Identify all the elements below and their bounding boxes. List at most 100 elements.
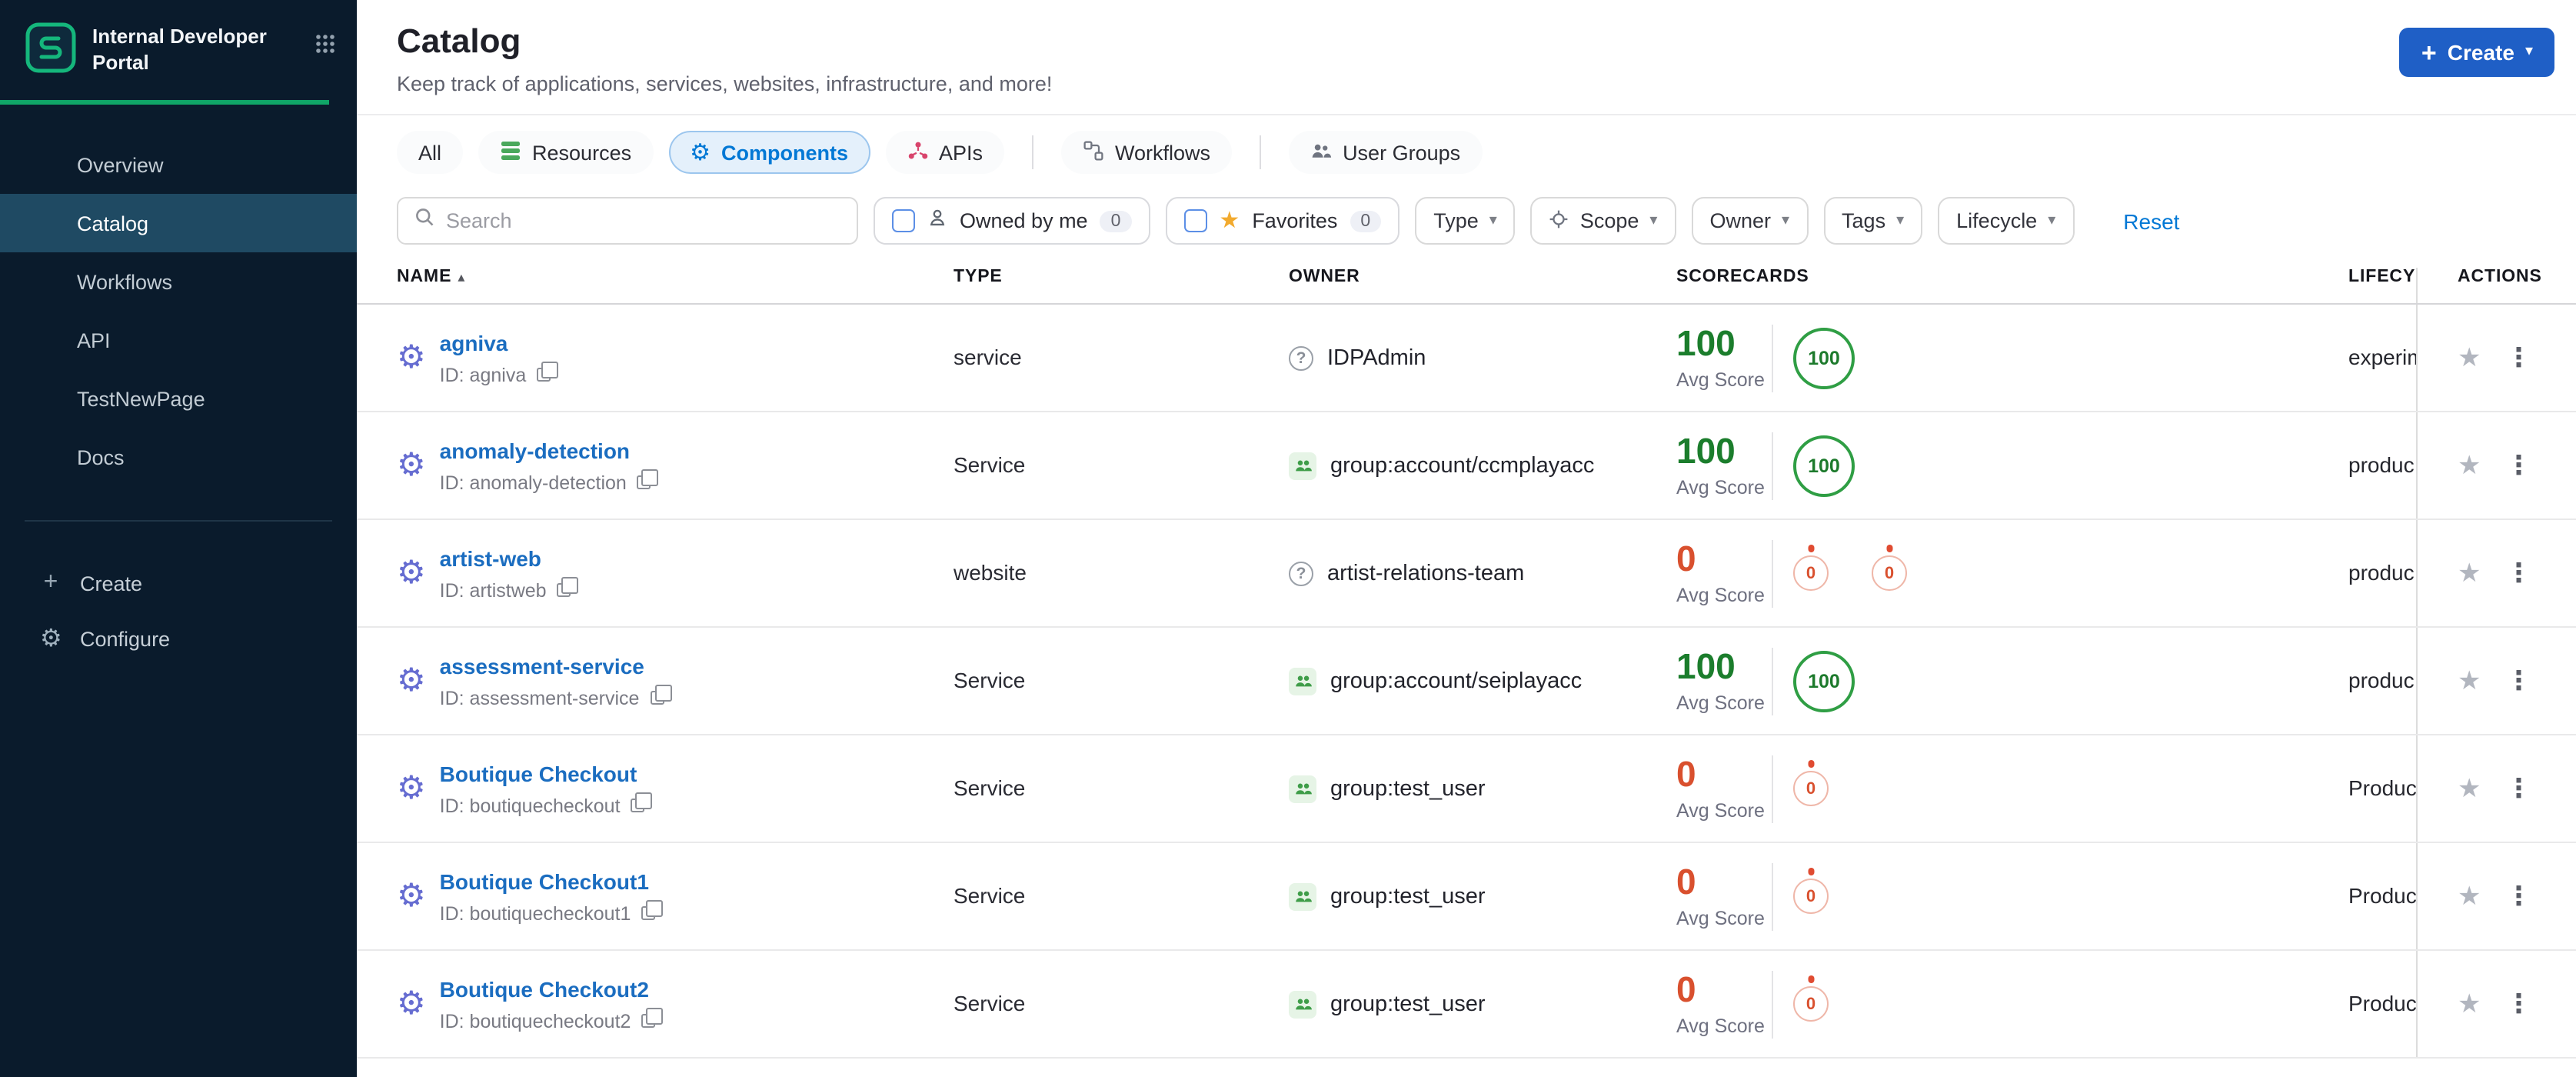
sidebar-item-overview[interactable]: Overview bbox=[0, 135, 357, 194]
score-badge: 0 bbox=[1793, 986, 1829, 1022]
favorite-star-icon[interactable]: ★ bbox=[2458, 345, 2481, 371]
column-header-scorecards[interactable]: SCORECARDS bbox=[1676, 268, 2348, 303]
component-lifecycle: produc bbox=[2348, 559, 2415, 584]
copy-icon[interactable] bbox=[631, 792, 653, 812]
avg-score-value: 0 bbox=[1676, 969, 1696, 1010]
sort-asc-icon: ▴ bbox=[458, 268, 466, 284]
tab-workflows[interactable]: Workflows bbox=[1061, 131, 1233, 174]
sidebar-item-api[interactable]: API bbox=[0, 311, 357, 369]
component-name-link[interactable]: assessment-service bbox=[440, 653, 644, 678]
score-badge: 0 bbox=[1872, 555, 1907, 591]
scope-dropdown[interactable]: Scope ▾ bbox=[1530, 197, 1676, 245]
plus-icon: + bbox=[2421, 38, 2437, 67]
favorite-star-icon[interactable]: ★ bbox=[2458, 883, 2481, 909]
chevron-down-icon: ▾ bbox=[1896, 212, 1905, 228]
sidebar-divider bbox=[25, 520, 332, 522]
lifecycle-dropdown[interactable]: Lifecycle ▾ bbox=[1938, 197, 2075, 245]
component-name-link[interactable]: anomaly-detection bbox=[440, 438, 630, 462]
kebab-menu-icon[interactable]: ⋮ bbox=[2506, 452, 2532, 478]
owned-by-me-filter[interactable]: Owned by me 0 bbox=[874, 197, 1150, 245]
kebab-menu-icon[interactable]: ⋮ bbox=[2506, 775, 2532, 802]
tab-apis[interactable]: APIs bbox=[885, 131, 1005, 174]
favorites-checkbox[interactable] bbox=[1183, 209, 1207, 232]
favorite-star-icon[interactable]: ★ bbox=[2458, 452, 2481, 478]
favorite-star-icon[interactable]: ★ bbox=[2458, 668, 2481, 694]
sidebar-item-workflows[interactable]: Workflows bbox=[0, 252, 357, 311]
component-owner: group:test_user bbox=[1330, 992, 1486, 1016]
group-icon bbox=[1289, 882, 1316, 910]
component-name-link[interactable]: Boutique Checkout1 bbox=[440, 869, 649, 893]
component-name-link[interactable]: Boutique Checkout bbox=[440, 761, 637, 785]
portal-logo-icon bbox=[25, 22, 77, 82]
table-row: ⚙ artist-web ID: artistweb website ? art… bbox=[357, 520, 2576, 628]
owned-by-me-checkbox[interactable] bbox=[892, 209, 915, 232]
favorite-star-icon[interactable]: ★ bbox=[2458, 560, 2481, 586]
users-icon bbox=[1310, 139, 1332, 165]
component-id: ID: assessment-service bbox=[439, 687, 640, 709]
reset-filters-link[interactable]: Reset bbox=[2123, 208, 2179, 233]
sidebar-create-button[interactable]: + Create bbox=[0, 555, 357, 611]
search-box bbox=[397, 197, 858, 245]
column-header-owner[interactable]: OWNER bbox=[1289, 268, 1676, 303]
app-grid-icon[interactable] bbox=[315, 34, 335, 62]
dropdown-label: Scope bbox=[1579, 209, 1639, 232]
component-type: website bbox=[954, 559, 1027, 584]
copy-icon[interactable] bbox=[557, 577, 579, 597]
component-gear-icon: ⚙ bbox=[397, 555, 426, 591]
kebab-menu-icon[interactable]: ⋮ bbox=[2506, 883, 2532, 909]
tab-resources[interactable]: Resources bbox=[478, 131, 654, 174]
tab-label: Components bbox=[721, 141, 848, 164]
owner-dropdown[interactable]: Owner ▾ bbox=[1691, 197, 1809, 245]
column-header-name[interactable]: NAME ▴ bbox=[357, 268, 954, 303]
sidebar-configure-button[interactable]: ⚙ Configure bbox=[0, 611, 357, 666]
component-name-link[interactable]: Boutique Checkout2 bbox=[440, 976, 649, 1001]
component-id: ID: boutiquecheckout2 bbox=[439, 1010, 631, 1032]
copy-icon[interactable] bbox=[650, 685, 672, 705]
type-dropdown[interactable]: Type ▾ bbox=[1415, 197, 1516, 245]
copy-icon[interactable] bbox=[641, 1008, 664, 1028]
portal-title: Internal Developer Portal bbox=[92, 25, 267, 74]
sidebar-item-docs[interactable]: Docs bbox=[0, 428, 357, 486]
avg-score-value: 100 bbox=[1676, 323, 1736, 364]
sidebar-header: Internal Developer Portal bbox=[0, 0, 357, 82]
column-header-type[interactable]: TYPE bbox=[954, 268, 1289, 303]
score-divider bbox=[1772, 862, 1773, 930]
column-header-lifecycle[interactable]: LIFECYC bbox=[2348, 268, 2416, 303]
page-subtitle: Keep track of applications, services, we… bbox=[397, 72, 1053, 95]
search-input[interactable] bbox=[446, 209, 841, 232]
kebab-menu-icon[interactable]: ⋮ bbox=[2506, 991, 2532, 1017]
sidebar-item-catalog[interactable]: Catalog bbox=[0, 194, 357, 252]
sidebar-item-testnewpage[interactable]: TestNewPage bbox=[0, 369, 357, 428]
owned-by-me-label: Owned by me bbox=[960, 209, 1088, 232]
tags-dropdown[interactable]: Tags ▾ bbox=[1823, 197, 1923, 245]
component-name-link[interactable]: agniva bbox=[440, 330, 508, 355]
component-gear-icon: ⚙ bbox=[397, 663, 426, 699]
sidebar-nav: Overview Catalog Workflows API TestNewPa… bbox=[0, 135, 357, 486]
favorite-star-icon[interactable]: ★ bbox=[2458, 991, 2481, 1017]
tab-user-groups[interactable]: User Groups bbox=[1289, 131, 1483, 174]
kebab-menu-icon[interactable]: ⋮ bbox=[2506, 345, 2532, 371]
chevron-down-icon: ▾ bbox=[1489, 212, 1497, 228]
avg-score-value: 100 bbox=[1676, 646, 1736, 687]
kebab-menu-icon[interactable]: ⋮ bbox=[2506, 668, 2532, 694]
resources-icon bbox=[500, 139, 521, 165]
component-id: ID: boutiquecheckout bbox=[439, 795, 621, 816]
component-gear-icon: ⚙ bbox=[397, 340, 426, 375]
copy-icon[interactable] bbox=[537, 362, 559, 382]
tab-label: User Groups bbox=[1343, 141, 1461, 164]
component-owner: group:test_user bbox=[1330, 884, 1486, 909]
api-icon bbox=[907, 139, 928, 165]
copy-icon[interactable] bbox=[637, 469, 659, 489]
table-row: ⚙ Boutique Checkout ID: boutiquecheckout… bbox=[357, 735, 2576, 843]
favorites-filter[interactable]: ★ Favorites 0 bbox=[1165, 197, 1400, 245]
kebab-menu-icon[interactable]: ⋮ bbox=[2506, 560, 2532, 586]
component-owner: group:account/seiplayacc bbox=[1330, 669, 1583, 693]
copy-icon[interactable] bbox=[641, 900, 664, 920]
create-button[interactable]: + Create ▾ bbox=[2399, 28, 2554, 77]
star-icon: ★ bbox=[1219, 208, 1240, 234]
component-name-link[interactable]: artist-web bbox=[440, 545, 541, 570]
catalog-kind-tabs: All Resources ⚙ Components APIs Workflow… bbox=[397, 131, 2576, 174]
tab-all[interactable]: All bbox=[397, 131, 464, 174]
tab-components[interactable]: ⚙ Components bbox=[668, 131, 870, 174]
favorite-star-icon[interactable]: ★ bbox=[2458, 775, 2481, 802]
